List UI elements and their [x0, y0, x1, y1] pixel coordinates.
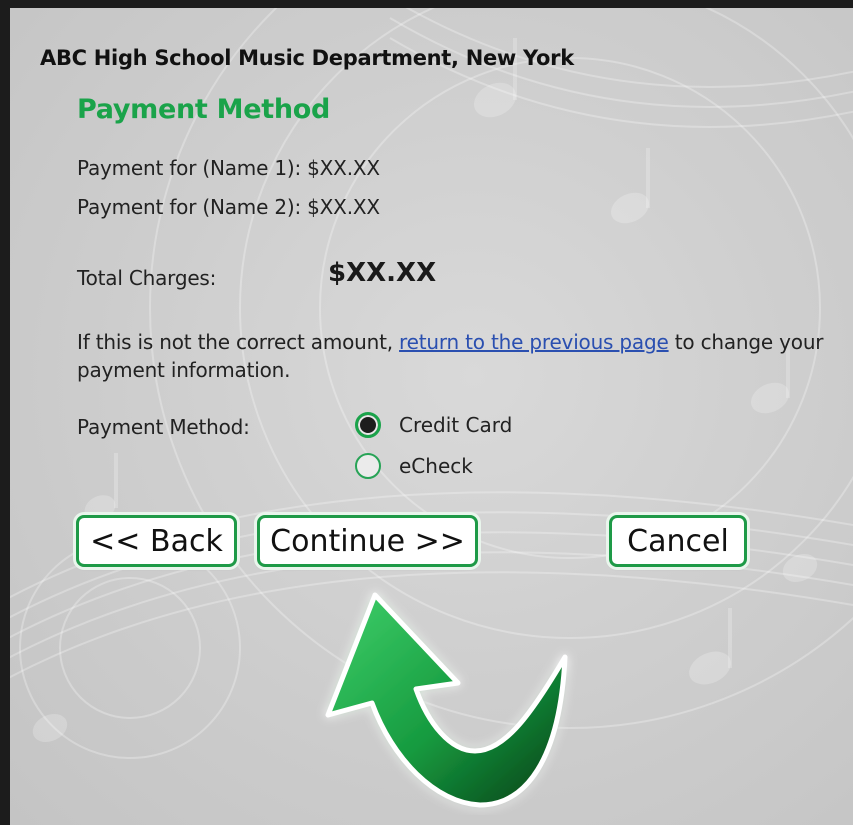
- continue-button[interactable]: Continue >>: [257, 515, 478, 567]
- curved-arrow-up-icon: [325, 592, 568, 808]
- organization-title: ABC High School Music Department, New Yo…: [40, 46, 574, 70]
- page-title: Payment Method: [77, 94, 331, 125]
- radio-label-echeck: eCheck: [399, 454, 473, 478]
- payment-line-1: Payment for (Name 1): $XX.XX: [77, 156, 380, 180]
- back-button[interactable]: << Back: [76, 515, 237, 567]
- total-charges-label: Total Charges:: [77, 266, 217, 290]
- previous-page-link[interactable]: return to the previous page: [399, 330, 669, 354]
- cancel-button[interactable]: Cancel: [609, 515, 747, 567]
- amount-note: If this is not the correct amount, retur…: [77, 328, 847, 384]
- payment-panel: ABC High School Music Department, New Yo…: [10, 8, 853, 825]
- radio-unchecked-icon[interactable]: [355, 453, 381, 479]
- radio-label-credit-card: Credit Card: [399, 413, 513, 437]
- payment-line-2: Payment for (Name 2): $XX.XX: [77, 195, 380, 219]
- radio-option-credit-card[interactable]: Credit Card: [355, 412, 512, 438]
- amount-note-prefix: If this is not the correct amount,: [77, 330, 400, 354]
- radio-checked-icon[interactable]: [355, 412, 381, 438]
- payment-method-label: Payment Method:: [77, 415, 250, 439]
- radio-option-echeck[interactable]: eCheck: [355, 453, 473, 479]
- screen: ABC High School Music Department, New Yo…: [0, 0, 853, 825]
- total-charges-amount: $XX.XX: [328, 258, 437, 288]
